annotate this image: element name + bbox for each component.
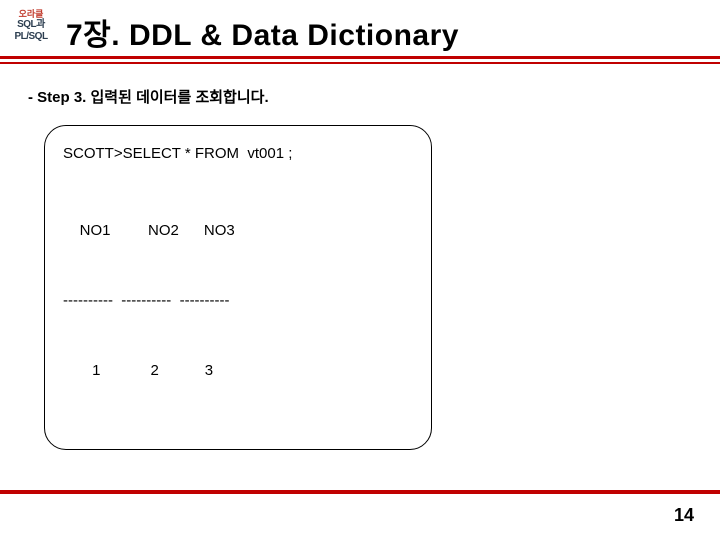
oracle-logo: 오라클 SQL과 PL/SQL — [8, 10, 54, 54]
result-row: 1 2 3 — [63, 359, 413, 382]
step-label: - Step 3. 입력된 데이터를 조회합니다. — [28, 86, 692, 107]
logo-text-top: 오라클 — [8, 10, 54, 19]
result-separator: ---------- ---------- ---------- — [63, 289, 413, 312]
header-rule-thick — [0, 56, 720, 59]
content-area: - Step 3. 입력된 데이터를 조회합니다. SCOTT>SELECT *… — [0, 64, 720, 450]
header: 오라클 SQL과 PL/SQL 7장. DDL & Data Dictionar… — [0, 0, 720, 56]
sql-result: NO1 NO2 NO3 ---------- ---------- ------… — [63, 173, 413, 429]
slide-title: 7장. DDL & Data Dictionary — [66, 10, 459, 54]
result-headers: NO1 NO2 NO3 — [63, 219, 413, 242]
code-box: SCOTT>SELECT * FROM vt001 ; NO1 NO2 NO3 … — [44, 125, 432, 450]
logo-text-mid: SQL과 PL/SQL — [8, 19, 54, 43]
footer-rule — [0, 490, 720, 494]
sql-query: SCOTT>SELECT * FROM vt001 ; — [63, 142, 413, 165]
page-number: 14 — [674, 505, 694, 526]
